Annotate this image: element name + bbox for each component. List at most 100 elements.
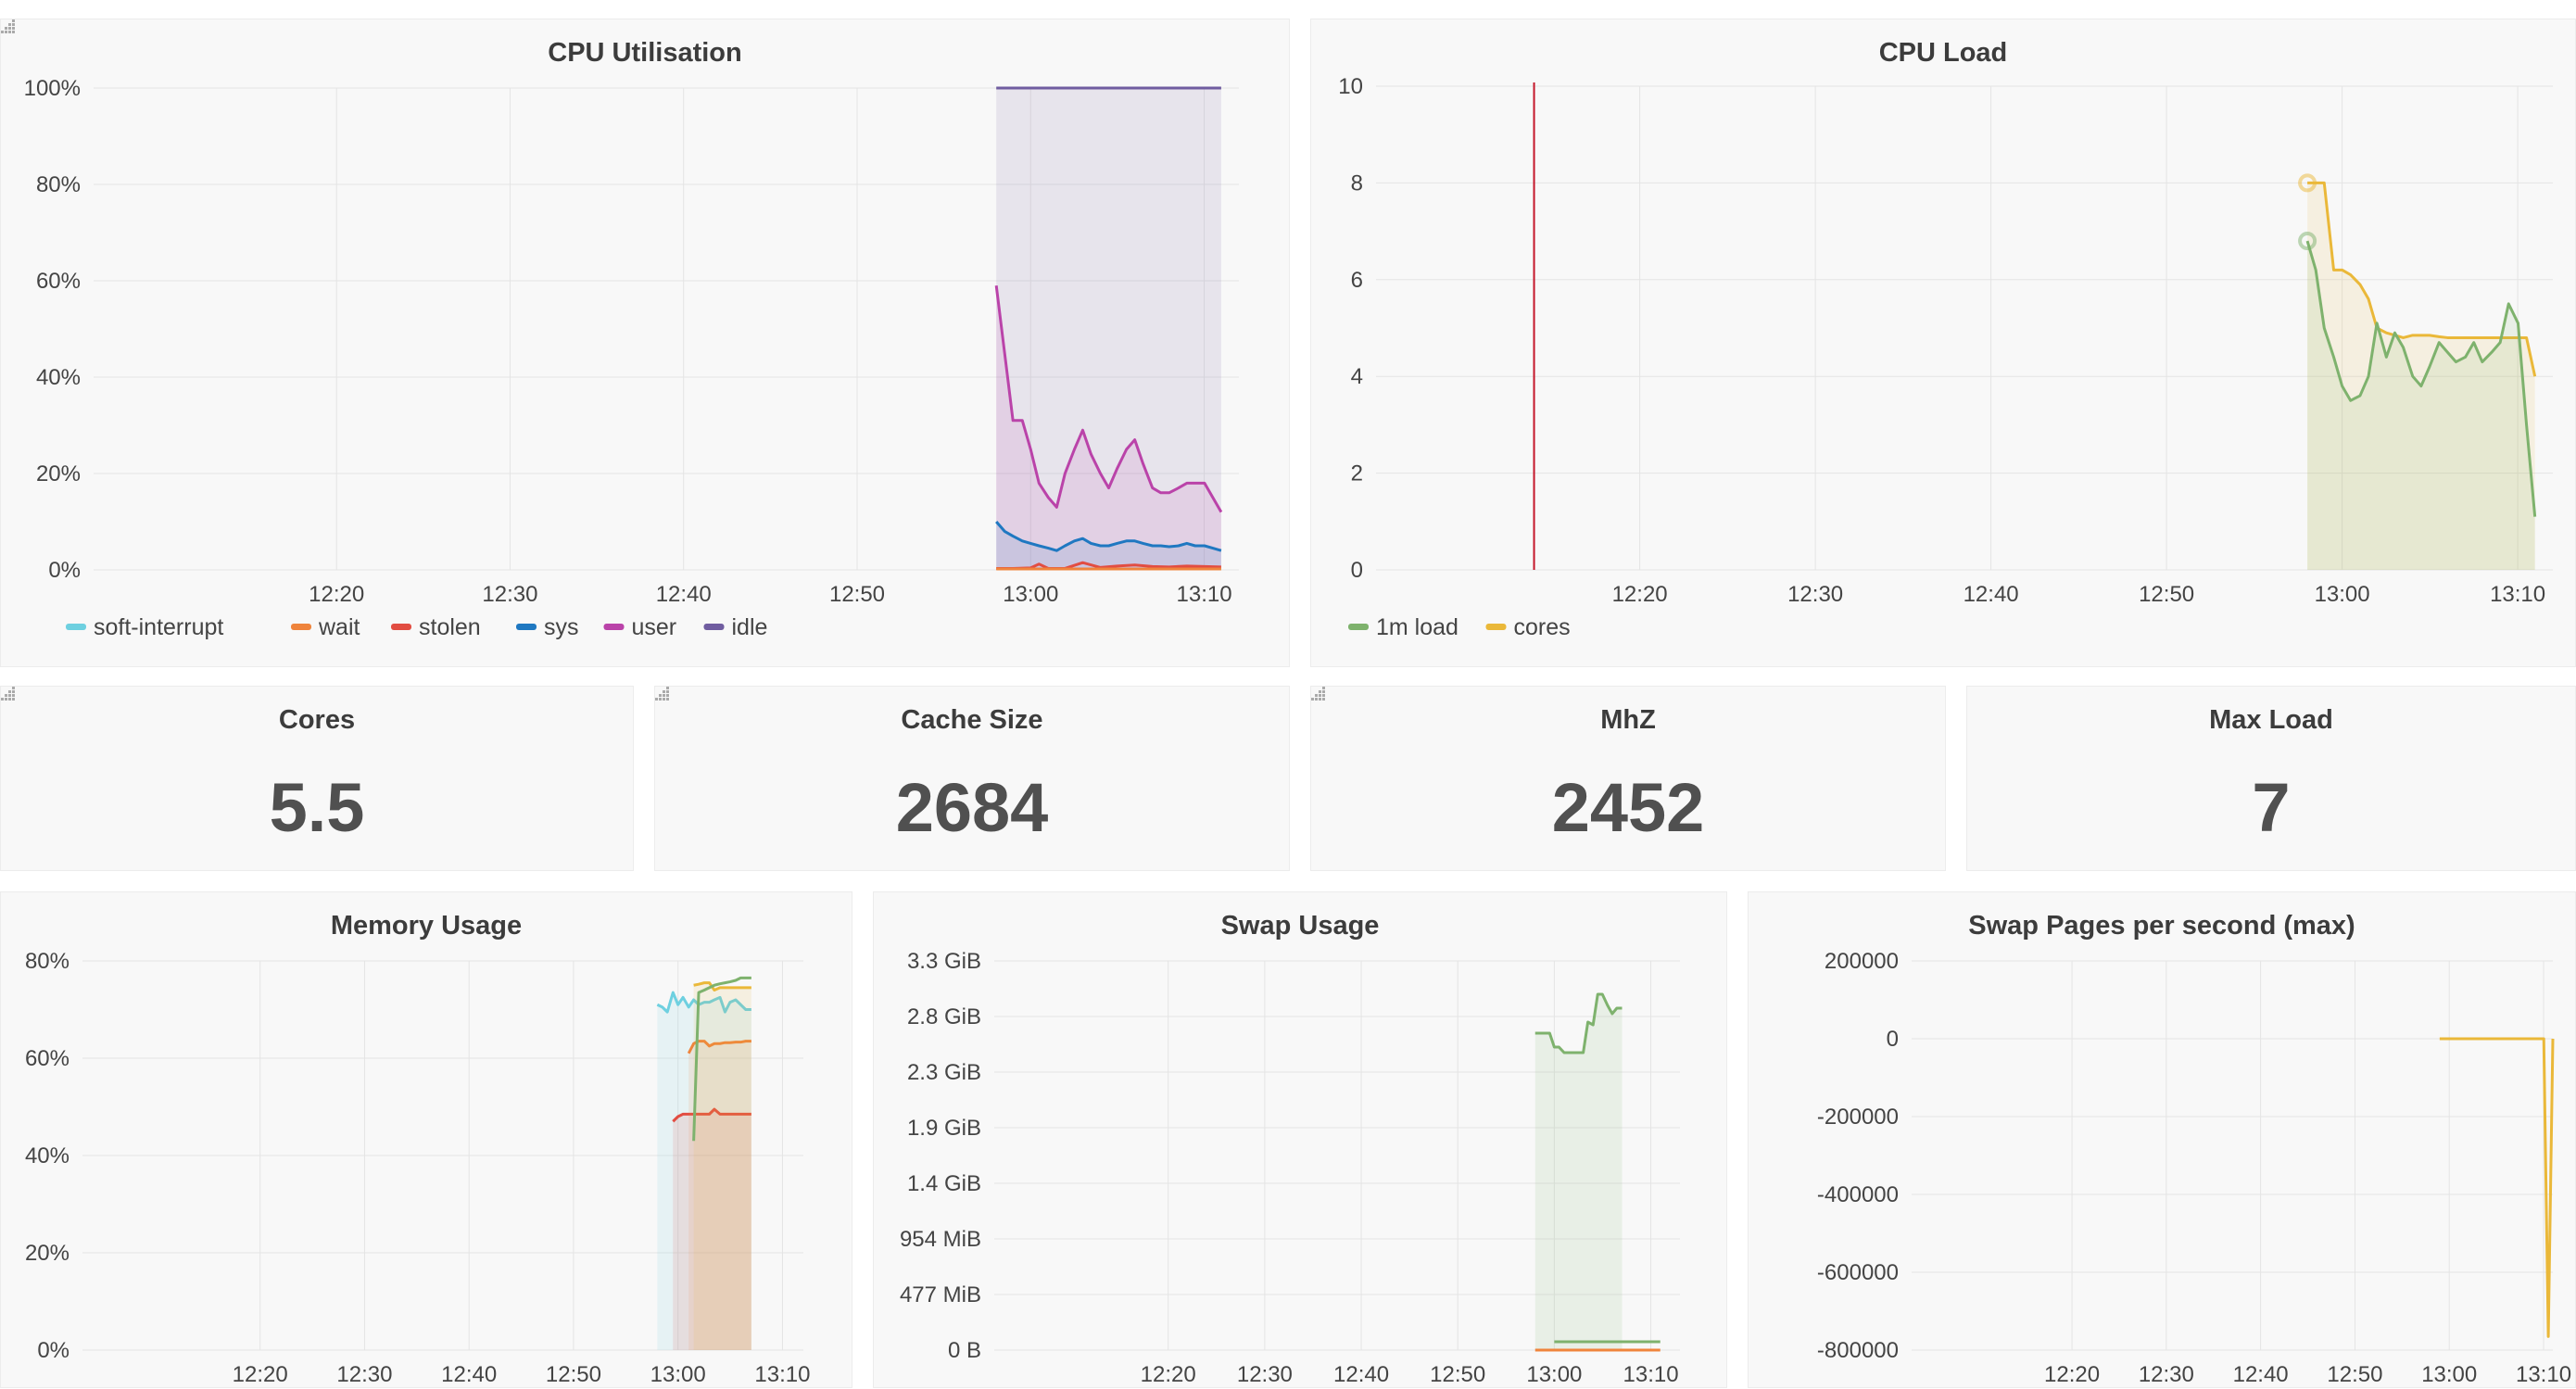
legend-item-cores[interactable]: cores [1485,614,1571,640]
legend-label: cores [1514,614,1571,640]
x-tick-label: 12:40 [1964,582,2019,607]
x-tick-label: 12:20 [2044,1362,2100,1387]
x-tick-label: 12:30 [1237,1362,1293,1387]
y-tick-label: 100% [24,76,81,101]
y-tick-label: 477 MiB [900,1282,981,1307]
y-tick-label: -800000 [1817,1338,1899,1363]
resize-handle-icon[interactable] [655,687,670,701]
grid [1912,960,2553,1351]
y-tick-label: -600000 [1817,1260,1899,1285]
x-tick-label: 13:10 [1177,582,1232,607]
x-tick-label: 12:50 [2139,582,2194,607]
x-tick-label: 12:40 [441,1362,497,1387]
x-tick-label: 13:00 [2421,1362,2477,1387]
x-tick-label: 13:00 [1003,582,1058,607]
x-tick-label: 13:10 [2516,1362,2571,1387]
resize-handle-icon[interactable] [1,19,16,34]
y-tick-label: 80% [36,172,81,197]
series-area-series-0 [1534,994,1623,1350]
y-tick-label: 60% [25,1046,69,1071]
y-tick-label: 40% [25,1143,69,1168]
legend-label: sys [544,614,579,640]
stat-title: MhZ [1600,705,1656,735]
legend-swatch [66,624,86,630]
cpu-utilisation-panel[interactable]: CPU Utilisation 0% 20% 40% 60% 80% 100% 12:20 1… [0,19,1290,667]
legend-swatch [603,624,625,630]
series-area-series-3 [693,982,751,1350]
stat-title: Cores [278,705,356,735]
y-tick-label: 20% [25,1241,69,1266]
stat-value: 5.5 [269,769,365,846]
x-tick-label: 13:10 [2490,582,2545,607]
cpu-load-panel[interactable]: CPU Load 0 2 4 6 8 10 12:20 12:30 12:40 12:50 13:0… [1310,19,2576,667]
stat-value: 7 [2252,769,2291,846]
swap-usage-chart: 0 B 477 MiB 954 MiB 1.4 GiB 1.9 GiB 2.3 GiB 2.… [900,949,1680,1387]
x-tick-label: 13:00 [2315,582,2370,607]
x-tick-label: 12:50 [546,1362,601,1387]
memory-usage-panel[interactable]: Memory Usage 0% 20% 40% 60% 80% 12:20 12:30 12:… [0,891,852,1388]
y-tick-label: 1.9 GiB [907,1116,981,1141]
mhz-stat-panel[interactable]: MhZ 2452 [1310,686,1946,871]
y-tick-label: 0 B [948,1338,981,1363]
legend-swatch [1348,624,1369,630]
legend-label: idle [732,614,768,640]
legend-swatch [1485,624,1507,630]
y-tick-label: -400000 [1817,1182,1899,1207]
legend-swatch [291,624,311,630]
x-tick-label: 13:10 [1623,1362,1679,1387]
series-line-series-0 [2439,1037,2555,1338]
y-tick-label: 0% [48,558,81,583]
legend-swatch [516,624,537,630]
x-tick-label: 12:30 [336,1362,392,1387]
cpu-load-chart: 0 2 4 6 8 10 12:20 12:30 12:40 12:50 13:00 13:10 1m … [1338,74,2553,640]
y-tick-label: 1.4 GiB [907,1171,981,1196]
y-tick-label: 10 [1338,74,1363,99]
stat-title: Max Load [2209,705,2333,735]
swap-pages-chart: -800000 -600000 -400000 -200000 0 200000 12:20… [1817,949,2571,1387]
y-tick-label: 200000 [1825,949,1899,974]
stat-value: 2684 [895,769,1049,846]
x-tick-label: 12:20 [1612,582,1668,607]
y-tick-label: 8 [1351,170,1363,196]
x-tick-label: 13:10 [754,1362,810,1387]
y-tick-label: 3.3 GiB [907,949,981,974]
y-tick-label: 60% [36,269,81,294]
legend-item-sys[interactable]: sys [516,614,579,640]
legend-label: wait [318,614,360,640]
swap-pages-panel[interactable]: Swap Pages per second (max) -800000 -6000… [1748,891,2576,1388]
y-tick-label: 80% [25,949,69,974]
x-tick-label: 12:30 [482,582,537,607]
y-tick-label: 954 MiB [900,1227,981,1252]
legend-label: user [632,614,677,640]
legend-label: 1m load [1376,614,1458,640]
legend-item-idle[interactable]: idle [703,614,768,640]
legend-label: stolen [419,614,481,640]
x-tick-label: 12:20 [1141,1362,1196,1387]
legend-item-stolen[interactable]: stolen [391,614,481,640]
cores-stat-panel[interactable]: Cores 5.5 [0,686,634,871]
legend-item-wait[interactable]: wait [291,614,360,640]
x-tick-label: 13:00 [650,1362,706,1387]
x-tick-label: 12:20 [309,582,364,607]
resize-handle-icon[interactable] [1311,687,1326,701]
x-tick-label: 12:50 [2327,1362,2382,1387]
cpu-utilisation-chart: 0% 20% 40% 60% 80% 100% 12:20 12:30 12:40 12:50 13… [24,76,1239,640]
y-tick-label: 0 [1351,558,1363,583]
max-load-stat-panel[interactable]: Max Load 7 [1966,686,2576,871]
x-tick-label: 12:30 [1787,582,1843,607]
legend-item-user[interactable]: user [603,614,677,640]
y-tick-label: 2 [1351,461,1363,486]
x-tick-label: 12:40 [1333,1362,1389,1387]
resize-handle-icon[interactable] [1,687,16,701]
x-tick-label: 12:50 [1430,1362,1485,1387]
legend-item-1m-load[interactable]: 1m load [1348,614,1458,640]
x-tick-label: 12:40 [656,582,712,607]
legend-item-soft-interrupt[interactable]: soft-interrupt [66,614,223,640]
y-tick-label: -200000 [1817,1105,1899,1130]
y-tick-label: 6 [1351,268,1363,293]
legend-swatch [391,624,411,630]
stat-title: Cache Size [901,705,1043,735]
swap-usage-panel[interactable]: Swap Usage 0 B 477 MiB 954 MiB 1.4 GiB 1.9 G… [873,891,1727,1388]
cache-size-stat-panel[interactable]: Cache Size 2684 [654,686,1290,871]
y-tick-label: 40% [36,365,81,390]
